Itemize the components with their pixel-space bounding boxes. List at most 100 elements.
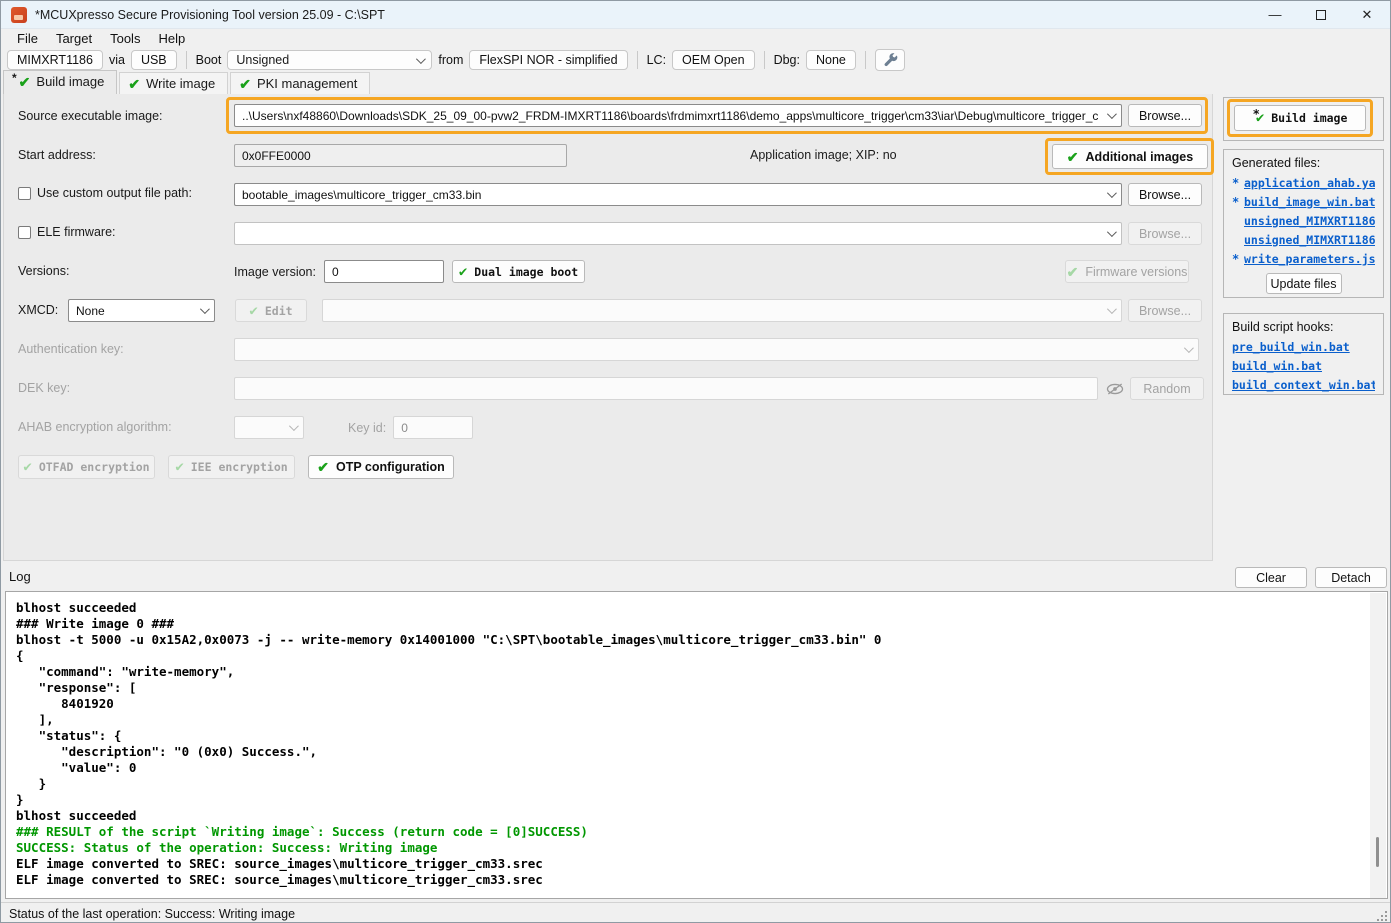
menu-item-target[interactable]: Target bbox=[48, 30, 100, 47]
custom-output-browse-button[interactable]: Browse... bbox=[1128, 183, 1202, 206]
build-image-button[interactable]: *✔Build image bbox=[1234, 105, 1366, 131]
via-label: via bbox=[109, 53, 125, 67]
maximize-button[interactable] bbox=[1298, 1, 1344, 28]
build-hook-row: build_win.bat bbox=[1232, 357, 1375, 374]
tab-label: PKI management bbox=[257, 76, 357, 91]
toolbar-separator bbox=[865, 51, 866, 69]
toolbar-separator bbox=[186, 51, 187, 69]
maximize-icon bbox=[1316, 10, 1326, 20]
custom-output-input[interactable]: bootable_images\multicore_trigger_cm33.b… bbox=[234, 183, 1122, 206]
otfad-encryption-button[interactable]: ✔OTFAD encryption bbox=[18, 455, 155, 479]
ahab-algorithm-select[interactable] bbox=[234, 416, 304, 439]
xmcd-edit-button[interactable]: ✔Edit bbox=[235, 299, 307, 322]
ele-firmware-input[interactable] bbox=[234, 222, 1122, 245]
settings-button[interactable] bbox=[875, 49, 905, 71]
check-icon: ✔ bbox=[249, 304, 257, 318]
file-link[interactable]: application_ahab.yaml bbox=[1244, 176, 1375, 190]
status-bar: Status of the last operation: Success: W… bbox=[1, 902, 1390, 923]
dbg-label: Dbg: bbox=[774, 53, 800, 67]
xmcd-select[interactable]: None bbox=[68, 299, 215, 322]
source-browse-button[interactable]: Browse... bbox=[1128, 104, 1202, 127]
toolbar-separator bbox=[764, 51, 765, 69]
build-image-page: Source executable image: ..\Users\nxf488… bbox=[3, 94, 1213, 561]
log-line: "command": "write-memory", bbox=[16, 664, 1367, 680]
custom-output-checkbox[interactable] bbox=[18, 187, 31, 200]
log-clear-button[interactable]: Clear bbox=[1235, 567, 1307, 588]
modified-asterisk: * bbox=[1232, 176, 1240, 190]
log-output[interactable]: blhost succeeded### Write image 0 ###blh… bbox=[5, 591, 1388, 899]
boot-device-button[interactable]: FlexSPI NOR - simplified bbox=[469, 50, 627, 70]
chevron-down-icon[interactable] bbox=[1107, 227, 1117, 237]
connection-button[interactable]: USB bbox=[131, 50, 177, 70]
boot-label: Boot bbox=[196, 53, 222, 67]
image-version-input[interactable]: 0 bbox=[324, 260, 444, 283]
xmcd-path-input[interactable] bbox=[322, 299, 1122, 322]
log-line: { bbox=[16, 648, 1367, 664]
lc-label: LC: bbox=[647, 53, 666, 67]
xmcd-browse-button[interactable]: Browse... bbox=[1128, 299, 1202, 322]
log-line: "value": 0 bbox=[16, 760, 1367, 776]
log-scrollbar[interactable] bbox=[1370, 593, 1386, 899]
menu-item-tools[interactable]: Tools bbox=[102, 30, 148, 47]
check-icon: ✔ bbox=[317, 460, 329, 474]
tab-bar: *✔Build image✔Write image✔PKI management bbox=[3, 72, 1391, 94]
debugger-button[interactable]: None bbox=[806, 50, 856, 70]
file-link[interactable]: write_parameters.json bbox=[1244, 252, 1375, 266]
log-line: ELF image converted to SREC: source_imag… bbox=[16, 856, 1367, 872]
additional-images-button[interactable]: ✔Additional images bbox=[1052, 144, 1208, 169]
check-icon: ✔ bbox=[23, 460, 31, 474]
log-line: blhost succeeded bbox=[16, 600, 1367, 616]
firmware-versions-button[interactable]: ✔Firmware versions bbox=[1065, 260, 1189, 283]
check-icon: ✔ bbox=[1067, 265, 1079, 279]
check-icon: ✔ bbox=[459, 265, 467, 279]
log-line: 8401920 bbox=[16, 696, 1367, 712]
key-id-input[interactable]: 0 bbox=[393, 416, 473, 439]
iee-encryption-button[interactable]: ✔IEE encryption bbox=[168, 455, 295, 479]
modified-asterisk: * bbox=[1232, 195, 1240, 209]
hook-link[interactable]: pre_build_win.bat bbox=[1232, 340, 1350, 354]
log-line: "description": "0 (0x0) Success.", bbox=[16, 744, 1367, 760]
chevron-down-icon[interactable] bbox=[1107, 109, 1117, 119]
generated-file-row: * build_image_win.bat bbox=[1232, 193, 1375, 210]
chevron-down-icon[interactable] bbox=[1107, 188, 1117, 198]
source-image-input[interactable]: ..\Users\nxf48860\Downloads\SDK_25_09_00… bbox=[234, 104, 1122, 127]
file-link[interactable]: unsigned_MIMXRT1186_fla bbox=[1244, 233, 1375, 247]
log-detach-button[interactable]: Detach bbox=[1315, 567, 1387, 588]
build-hook-row: pre_build_win.bat bbox=[1232, 338, 1375, 355]
file-link[interactable]: build_image_win.bat bbox=[1244, 195, 1375, 209]
build-hooks-title: Build script hooks: bbox=[1232, 320, 1375, 334]
ele-firmware-checkbox[interactable] bbox=[18, 226, 31, 239]
boot-type-select[interactable]: Unsigned bbox=[227, 50, 432, 70]
start-address-input[interactable]: 0x0FFE0000 bbox=[234, 144, 567, 167]
minimize-button[interactable]: ― bbox=[1252, 1, 1298, 28]
file-link[interactable]: unsigned_MIMXRT1186_fla bbox=[1244, 214, 1375, 228]
dual-image-boot-button[interactable]: ✔Dual image boot bbox=[452, 260, 585, 283]
log-line: "status": { bbox=[16, 728, 1367, 744]
build-script-hooks-panel: Build script hooks: pre_build_win.batbui… bbox=[1223, 313, 1384, 395]
log-scrollbar-thumb[interactable] bbox=[1376, 837, 1379, 867]
life-cycle-button[interactable]: OEM Open bbox=[672, 50, 755, 70]
chevron-down-icon[interactable] bbox=[200, 304, 210, 314]
dek-key-input[interactable] bbox=[234, 377, 1098, 400]
auth-key-select[interactable] bbox=[234, 338, 1199, 361]
show-password-icon[interactable] bbox=[1105, 381, 1125, 397]
tab-pki-management[interactable]: ✔PKI management bbox=[230, 72, 370, 94]
title-bar: *MCUXpresso Secure Provisioning Tool ver… bbox=[1, 1, 1390, 29]
dek-random-button[interactable]: Random bbox=[1130, 377, 1204, 400]
menu-item-help[interactable]: Help bbox=[150, 30, 193, 47]
otp-configuration-button[interactable]: ✔OTP configuration bbox=[308, 455, 454, 479]
update-files-button[interactable]: Update files bbox=[1266, 273, 1342, 294]
menu-item-file[interactable]: File bbox=[9, 30, 46, 47]
close-button[interactable]: ✕ bbox=[1344, 1, 1390, 28]
resize-grip[interactable] bbox=[1376, 910, 1388, 922]
tab-write-image[interactable]: ✔Write image bbox=[119, 72, 228, 94]
ele-firmware-browse-button[interactable]: Browse... bbox=[1128, 222, 1202, 245]
window-title: *MCUXpresso Secure Provisioning Tool ver… bbox=[35, 8, 385, 22]
processor-button[interactable]: MIMXRT1186 bbox=[7, 50, 103, 70]
versions-label: Versions: bbox=[18, 264, 69, 278]
generated-file-row: * application_ahab.yaml bbox=[1232, 174, 1375, 191]
hook-link[interactable]: build_context_win.bat bbox=[1232, 378, 1375, 392]
hook-link[interactable]: build_win.bat bbox=[1232, 359, 1322, 373]
tab-build-image[interactable]: *✔Build image bbox=[3, 70, 117, 94]
start-address-label: Start address: bbox=[18, 148, 96, 162]
